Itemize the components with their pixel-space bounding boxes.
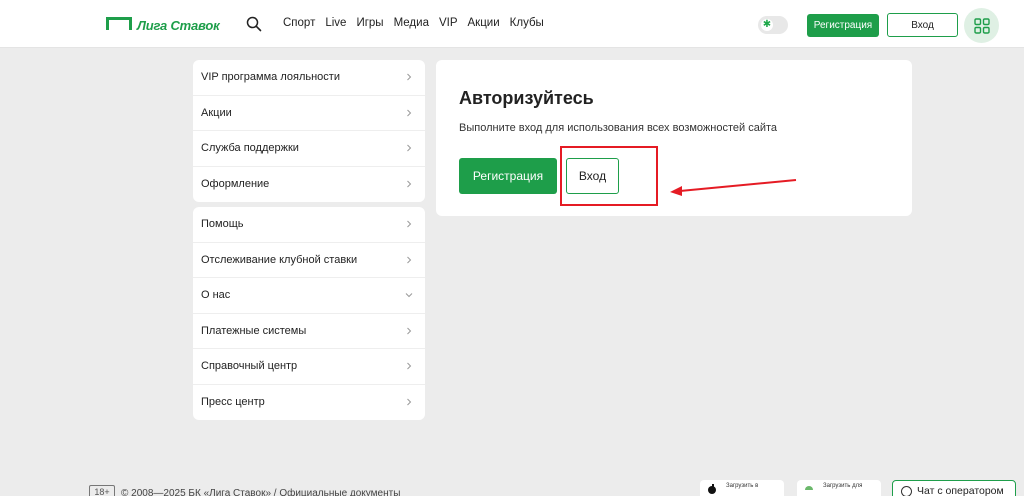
nav-item-sport[interactable]: Спорт	[283, 17, 315, 29]
sidebar-item-label: VIP программа лояльности	[201, 71, 340, 84]
chevron-right-icon	[407, 109, 412, 117]
sidebar-item-press-center[interactable]: Пресс центр	[193, 385, 425, 421]
sidebar-menu-primary: VIP программа лояльности Акции Служба по…	[193, 60, 425, 202]
chat-label: Чат с оператором	[917, 485, 1004, 496]
sidebar-item-help[interactable]: Помощь	[193, 207, 425, 243]
top-header: Лига Ставок Спорт Live Игры Медиа VIP Ак…	[0, 0, 1024, 48]
sidebar-item-club-bet-tracking[interactable]: Отслеживание клубной ставки	[193, 243, 425, 278]
sidebar-item-label: О нас	[201, 289, 231, 302]
search-icon[interactable]	[246, 16, 262, 32]
apps-menu-button[interactable]	[964, 8, 999, 43]
sidebar-item-label: Платежные системы	[201, 324, 307, 337]
age-badge: 18+	[89, 485, 115, 496]
sidebar-item-label: Помощь	[201, 218, 244, 231]
footer-copyright: © 2008—2025 БК «Лига Ставок» / Официальн…	[121, 488, 401, 496]
sun-icon: ✱	[761, 19, 773, 31]
nav-item-vip[interactable]: VIP	[439, 17, 458, 29]
sidebar-item-vip[interactable]: VIP программа лояльности	[193, 60, 425, 96]
chevron-right-icon	[407, 180, 412, 188]
header-login-button[interactable]: Вход	[887, 13, 958, 37]
sidebar-item-label: Отслеживание клубной ставки	[201, 253, 358, 266]
nav-item-live[interactable]: Live	[325, 17, 346, 29]
sidebar-item-promos[interactable]: Акции	[193, 96, 425, 131]
theme-toggle[interactable]: ✱	[758, 16, 788, 34]
sidebar-item-appearance[interactable]: Оформление	[193, 167, 425, 203]
logo-text: Лига Ставок	[137, 18, 220, 33]
chat-operator-button[interactable]: Чат с оператором	[892, 480, 1016, 496]
google-play-label: Загрузить для	[823, 483, 863, 489]
chevron-right-icon	[407, 256, 412, 264]
chevron-right-icon	[407, 362, 412, 370]
sidebar-item-help-center[interactable]: Справочный центр	[193, 349, 425, 385]
sidebar-item-label: Служба поддержки	[201, 142, 299, 155]
chevron-right-icon	[407, 220, 412, 228]
chat-icon	[901, 485, 912, 496]
chevron-right-icon	[407, 144, 412, 152]
grid-icon	[973, 17, 990, 34]
sidebar-item-label: Справочный центр	[201, 360, 298, 373]
nav-item-media[interactable]: Медиа	[394, 17, 429, 29]
logo[interactable]: Лига Ставок	[106, 15, 220, 33]
annotation-highlight-box	[560, 146, 658, 206]
auth-description: Выполните вход для использования всех во…	[459, 122, 778, 134]
nav-item-games[interactable]: Игры	[356, 17, 383, 29]
sidebar-item-label: Пресс центр	[201, 396, 265, 409]
annotation-arrow-icon	[670, 179, 797, 196]
sidebar-item-label: Оформление	[201, 178, 270, 191]
app-store-label: Загрузить в	[726, 483, 759, 489]
nav-item-promos[interactable]: Акции	[468, 17, 500, 29]
chevron-right-icon	[407, 73, 412, 81]
apple-icon	[708, 484, 716, 494]
sidebar-item-label: Акции	[201, 106, 232, 119]
logo-mark	[106, 17, 132, 30]
nav-item-clubs[interactable]: Клубы	[510, 17, 544, 29]
sidebar-menu-secondary: Помощь Отслеживание клубной ставки О нас…	[193, 207, 425, 420]
page-title: Авторизуйтесь	[459, 88, 594, 108]
header-register-button[interactable]: Регистрация	[807, 14, 879, 37]
sidebar-item-support[interactable]: Служба поддержки	[193, 131, 425, 167]
chevron-right-icon	[407, 327, 412, 335]
chevron-down-icon	[405, 293, 413, 298]
android-icon	[805, 486, 813, 490]
register-button[interactable]: Регистрация	[459, 158, 557, 194]
main-nav: Спорт Live Игры Медиа VIP Акции Клубы	[283, 17, 554, 29]
google-play-button[interactable]: Загрузить для	[797, 480, 881, 496]
app-store-button[interactable]: Загрузить в	[700, 480, 784, 496]
sidebar-item-payment-systems[interactable]: Платежные системы	[193, 314, 425, 349]
chevron-right-icon	[407, 398, 412, 406]
sidebar-item-about[interactable]: О нас	[193, 278, 425, 314]
